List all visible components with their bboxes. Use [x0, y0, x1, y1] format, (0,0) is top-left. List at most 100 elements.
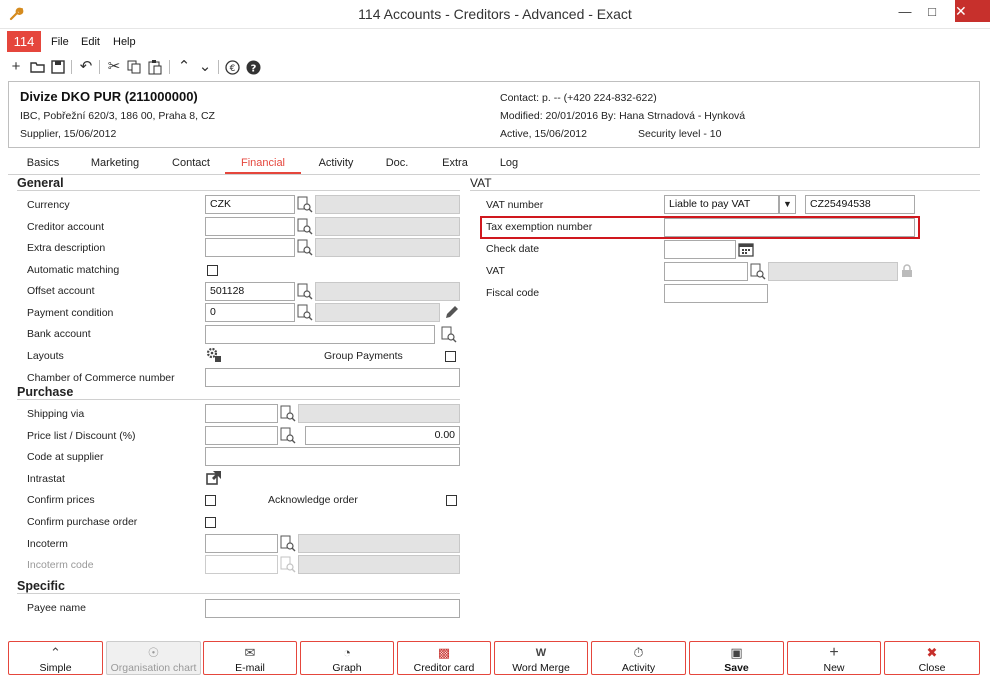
currency-description — [315, 195, 460, 214]
extra-description-value — [315, 238, 460, 257]
close-icon: ✖ — [926, 645, 938, 660]
save-disk-icon[interactable] — [49, 58, 67, 76]
lookup-icon[interactable] — [279, 404, 296, 423]
check-date-label: Check date — [486, 243, 540, 255]
lookup-icon[interactable] — [279, 534, 296, 553]
chevron-down-icon[interactable]: ⌄ — [196, 58, 214, 76]
maximize-icon[interactable]: □ — [920, 3, 944, 21]
offset-account-label: Offset account — [27, 285, 95, 297]
section-purchase: Purchase — [17, 385, 74, 399]
chamber-input[interactable] — [205, 368, 460, 387]
copy-icon[interactable] — [125, 58, 143, 76]
word-merge-button[interactable]: W Word Merge — [494, 641, 588, 675]
close-window-button[interactable]: ✕ — [955, 0, 990, 22]
lookup-icon[interactable] — [749, 262, 766, 281]
bank-account-input[interactable] — [205, 325, 435, 344]
discount-input[interactable]: 0.00 — [305, 426, 460, 445]
tab-log[interactable]: Log — [494, 157, 524, 169]
fiscal-code-input[interactable] — [664, 284, 768, 303]
vat-number-label: VAT number — [486, 199, 544, 211]
title-bar: 114 Accounts - Creditors - Advanced - Ex… — [0, 0, 990, 29]
creditor-card-button[interactable]: ▩ Creditor card — [397, 641, 491, 675]
edit-pencil-icon[interactable] — [444, 304, 460, 320]
lookup-icon[interactable] — [296, 303, 313, 322]
external-link-icon[interactable] — [206, 470, 222, 486]
close-button[interactable]: ✖ Close — [884, 641, 980, 675]
confirm-purchase-order-checkbox[interactable] — [205, 517, 216, 528]
tax-exemption-label: Tax exemption number — [486, 221, 593, 233]
automatic-matching-checkbox[interactable] — [207, 265, 218, 276]
confirm-purchase-order-label: Confirm purchase order — [27, 516, 138, 528]
code-at-supplier-input[interactable] — [205, 447, 460, 466]
menu-file[interactable]: File — [51, 36, 69, 48]
tab-financial[interactable]: Financial — [232, 157, 294, 169]
calendar-icon[interactable] — [738, 241, 754, 257]
incoterm-code-label: Incoterm code — [27, 559, 94, 571]
currency-input[interactable]: CZK — [205, 195, 295, 214]
help-icon[interactable]: ? — [244, 58, 262, 76]
new-button[interactable]: + New — [787, 641, 881, 675]
record-security: Security level - 10 — [638, 128, 722, 140]
vat-type-select[interactable]: Liable to pay VAT — [664, 195, 779, 214]
email-button[interactable]: ✉ E-mail — [203, 641, 297, 675]
layouts-label: Layouts — [27, 350, 64, 362]
check-date-input[interactable] — [664, 240, 736, 259]
incoterm-code-description — [298, 555, 460, 574]
word-document-icon: W — [535, 647, 547, 659]
lookup-icon[interactable] — [296, 238, 313, 257]
payee-name-input[interactable] — [205, 599, 460, 618]
acknowledge-order-checkbox[interactable] — [446, 495, 457, 506]
tab-activity[interactable]: Activity — [312, 157, 360, 169]
offset-account-input[interactable]: 501128 — [205, 282, 295, 301]
menu-help[interactable]: Help — [113, 36, 136, 48]
graph-button[interactable]: ◔ Graph — [300, 641, 394, 675]
tab-contact[interactable]: Contact — [166, 157, 216, 169]
currency-label: Currency — [27, 199, 70, 211]
app-badge[interactable]: 114 — [7, 31, 41, 52]
confirm-prices-checkbox[interactable] — [205, 495, 216, 506]
tab-divider — [8, 174, 980, 175]
vat-number-input[interactable]: CZ25494538 — [805, 195, 915, 214]
pie-chart-icon: ◔ — [343, 645, 351, 660]
incoterm-input[interactable] — [205, 534, 278, 553]
shipping-via-input[interactable] — [205, 404, 278, 423]
lookup-icon[interactable] — [279, 426, 296, 445]
chevron-up-icon[interactable]: ⌃ — [175, 58, 193, 76]
tax-exemption-input[interactable] — [664, 218, 915, 237]
lookup-icon[interactable] — [296, 195, 313, 214]
tab-basics[interactable]: Basics — [22, 157, 64, 169]
lookup-icon[interactable] — [296, 282, 313, 301]
payee-name-label: Payee name — [27, 602, 86, 614]
save-button[interactable]: ▣ Save — [689, 641, 784, 675]
paste-icon[interactable] — [146, 58, 164, 76]
cut-icon[interactable]: ✂ — [105, 58, 123, 76]
lookup-icon[interactable] — [296, 217, 313, 236]
creditor-account-description — [315, 217, 460, 236]
payment-condition-description — [315, 303, 440, 322]
activity-button[interactable]: ⏱ Activity — [591, 641, 686, 675]
minimize-icon[interactable]: — — [893, 3, 917, 21]
section-general: General — [17, 176, 64, 190]
tab-extra[interactable]: Extra — [438, 157, 472, 169]
tab-marketing[interactable]: Marketing — [85, 157, 145, 169]
acknowledge-order-label: Acknowledge order — [268, 494, 358, 506]
record-active: Active, 15/06/2012 — [500, 128, 587, 140]
section-specific: Specific — [17, 579, 65, 593]
price-list-input[interactable] — [205, 426, 278, 445]
payment-condition-input[interactable]: 0 — [205, 303, 295, 322]
dropdown-arrow-icon[interactable]: ▼ — [779, 195, 796, 214]
creditor-account-input[interactable] — [205, 217, 295, 236]
menu-edit[interactable]: Edit — [81, 36, 100, 48]
vat-input[interactable] — [664, 262, 748, 281]
open-folder-icon[interactable] — [29, 58, 47, 76]
undo-icon[interactable]: ↶ — [77, 58, 95, 76]
extra-description-input[interactable] — [205, 238, 295, 257]
euro-icon[interactable]: € — [223, 58, 241, 76]
lookup-icon[interactable] — [440, 325, 457, 344]
simple-button[interactable]: ⌃ Simple — [8, 641, 103, 675]
tab-doc[interactable]: Doc. — [382, 157, 412, 169]
organisation-chart-button: ☉ Organisation chart — [106, 641, 201, 675]
group-payments-checkbox[interactable] — [445, 351, 456, 362]
layouts-gear-icon[interactable] — [206, 347, 222, 363]
add-icon[interactable]: + — [7, 58, 25, 76]
